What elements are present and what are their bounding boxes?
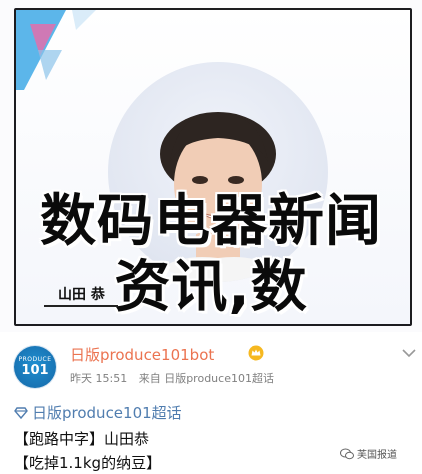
caption-underline <box>44 305 118 307</box>
avatar-label-big: 101 <box>21 363 49 378</box>
post-time: 昨天 15:51 <box>70 372 128 385</box>
watermark-label: 芙国报道 <box>357 450 397 461</box>
post-image[interactable]: 数码电器新闻 资讯,数 山田 恭 <box>0 0 422 332</box>
name-caption: 山田 恭 <box>58 287 105 303</box>
weibo-post: PRODUCE 101 日版produce101bot 昨天 15:51 来自 … <box>0 332 422 474</box>
post-source[interactable]: 来自 日版produce101超话 <box>139 372 274 385</box>
supertopic-label: 日版produce101超话 <box>32 404 182 422</box>
wechat-icon <box>340 448 354 459</box>
watermark: 芙国报道 <box>340 446 397 461</box>
username-link[interactable]: 日版produce101bot <box>70 344 214 365</box>
avatar[interactable]: PRODUCE 101 <box>14 346 56 388</box>
vip-crown-icon <box>248 345 264 361</box>
supertopic-link[interactable]: 日版produce101超话 <box>14 402 182 423</box>
post-text-line: 【跑路中字】山田恭 <box>14 430 150 448</box>
post-meta: 昨天 15:51 来自 日版produce101超话 <box>70 370 282 386</box>
supertopic-diamond-icon <box>14 406 28 419</box>
post-text-line: 【吃掉1.1kg的纳豆】 <box>14 454 162 472</box>
chevron-down-icon[interactable] <box>402 348 416 358</box>
overlay-subheadline: 资讯,数 <box>114 255 308 320</box>
